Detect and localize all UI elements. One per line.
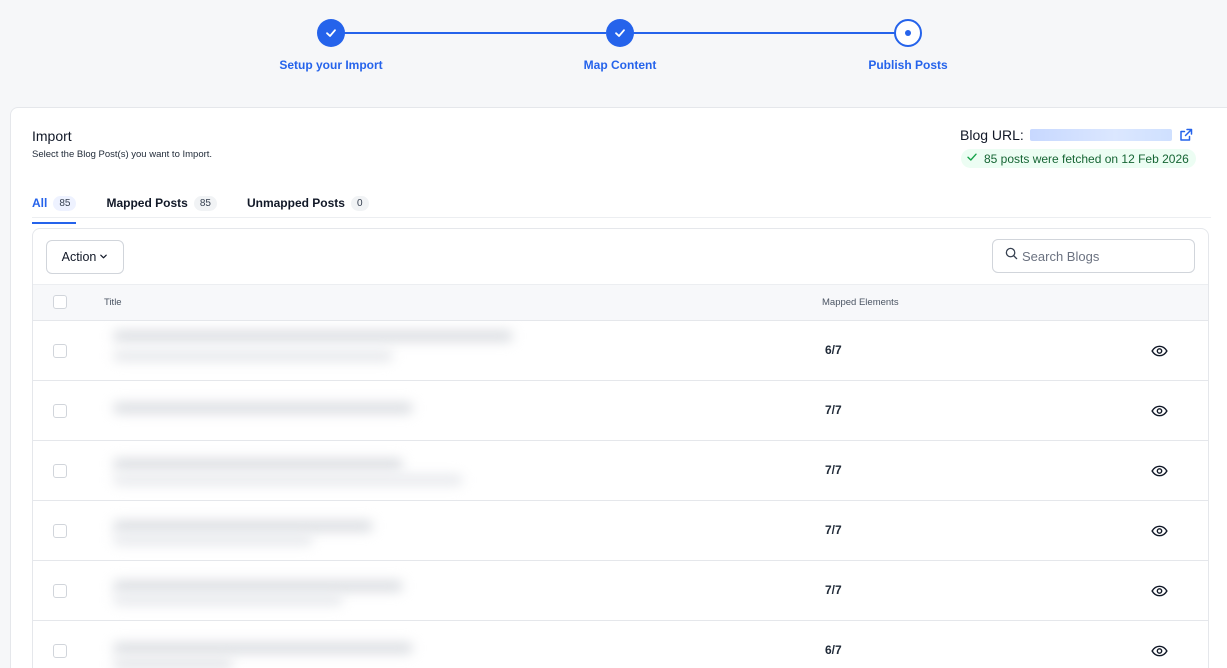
tab-mapped-posts-label: Mapped Posts bbox=[106, 196, 188, 210]
table-row[interactable]: 7/7 bbox=[33, 501, 1208, 561]
step-1-label: Setup your Import bbox=[279, 58, 383, 72]
step-1-check-icon bbox=[317, 19, 345, 47]
table-header: Title Mapped Elements bbox=[33, 284, 1208, 321]
eye-icon[interactable] bbox=[1150, 522, 1168, 540]
column-header-mapped-elements: Mapped Elements bbox=[822, 297, 899, 308]
post-title-redacted bbox=[99, 321, 569, 380]
step-2-check-icon bbox=[606, 19, 634, 47]
tabs-divider bbox=[32, 217, 1211, 218]
mapped-elements-value: 7/7 bbox=[825, 403, 842, 417]
import-stepper: Setup your Import Map Content Publish Po… bbox=[0, 0, 1227, 100]
eye-icon[interactable] bbox=[1150, 582, 1168, 600]
blog-url: Blog URL: bbox=[960, 127, 1194, 143]
eye-icon[interactable] bbox=[1150, 642, 1168, 660]
tab-all[interactable]: All 85 bbox=[32, 192, 77, 224]
tab-mapped-posts[interactable]: Mapped Posts 85 bbox=[106, 192, 217, 214]
mapped-elements-value: 7/7 bbox=[825, 583, 842, 597]
page-subtitle: Select the Blog Post(s) you want to Impo… bbox=[32, 149, 213, 160]
blog-url-label: Blog URL: bbox=[960, 127, 1024, 143]
import-card: Import Select the Blog Post(s) you want … bbox=[10, 107, 1227, 668]
mapped-elements-value: 7/7 bbox=[825, 463, 842, 477]
tab-mapped-posts-count: 85 bbox=[193, 195, 217, 211]
eye-icon[interactable] bbox=[1150, 402, 1168, 420]
action-button-label: Action bbox=[61, 250, 97, 264]
select-all-checkbox[interactable] bbox=[53, 295, 67, 309]
post-title-redacted bbox=[99, 441, 569, 500]
table-row[interactable]: 7/7 bbox=[33, 561, 1208, 621]
posts-table: Action Title Mapped Elements 6/7 bbox=[32, 228, 1209, 668]
search-input[interactable] bbox=[1022, 248, 1182, 264]
check-icon bbox=[966, 151, 978, 166]
table-row[interactable]: 7/7 bbox=[33, 441, 1208, 501]
row-checkbox[interactable] bbox=[53, 644, 67, 658]
tab-all-label: All bbox=[32, 196, 48, 210]
tab-unmapped-posts-count: 0 bbox=[350, 195, 369, 211]
action-dropdown-button[interactable]: Action bbox=[46, 240, 124, 274]
mapped-elements-value: 6/7 bbox=[825, 643, 842, 657]
fetched-status-badge: 85 posts were fetched on 12 Feb 2026 bbox=[961, 149, 1196, 168]
post-title-redacted bbox=[99, 501, 569, 560]
page-title: Import bbox=[32, 128, 72, 144]
eye-icon[interactable] bbox=[1150, 342, 1168, 360]
table-row[interactable]: 7/7 bbox=[33, 381, 1208, 441]
fetched-status-text: 85 posts were fetched on 12 Feb 2026 bbox=[984, 151, 1189, 166]
mapped-elements-value: 6/7 bbox=[825, 343, 842, 357]
tab-unmapped-posts[interactable]: Unmapped Posts 0 bbox=[247, 192, 369, 214]
step-2-label: Map Content bbox=[583, 58, 657, 72]
search-blogs bbox=[992, 239, 1195, 273]
post-title-redacted bbox=[99, 561, 569, 620]
step-connector-2 bbox=[633, 32, 895, 34]
post-title-redacted bbox=[99, 381, 569, 440]
table-row[interactable]: 6/7 bbox=[33, 621, 1208, 668]
search-icon bbox=[1005, 247, 1018, 265]
table-row[interactable]: 6/7 bbox=[33, 321, 1208, 381]
row-checkbox[interactable] bbox=[53, 404, 67, 418]
step-connector-1 bbox=[344, 32, 606, 34]
row-checkbox[interactable] bbox=[53, 344, 67, 358]
row-checkbox[interactable] bbox=[53, 584, 67, 598]
post-title-redacted bbox=[99, 621, 569, 668]
column-header-title: Title bbox=[104, 297, 122, 308]
step-3-label: Publish Posts bbox=[868, 58, 948, 72]
external-link-icon[interactable] bbox=[1178, 127, 1194, 143]
tab-unmapped-posts-label: Unmapped Posts bbox=[246, 196, 345, 210]
post-filter-tabs: All 85 Mapped Posts 85 Unmapped Posts 0 bbox=[32, 192, 399, 224]
row-checkbox[interactable] bbox=[53, 464, 67, 478]
step-3-dot-icon bbox=[894, 19, 922, 47]
mapped-elements-value: 7/7 bbox=[825, 523, 842, 537]
chevron-down-icon bbox=[99, 250, 108, 264]
blog-url-value-redacted bbox=[1029, 129, 1172, 141]
tab-all-count: 85 bbox=[53, 195, 77, 211]
row-checkbox[interactable] bbox=[53, 524, 67, 538]
eye-icon[interactable] bbox=[1150, 462, 1168, 480]
